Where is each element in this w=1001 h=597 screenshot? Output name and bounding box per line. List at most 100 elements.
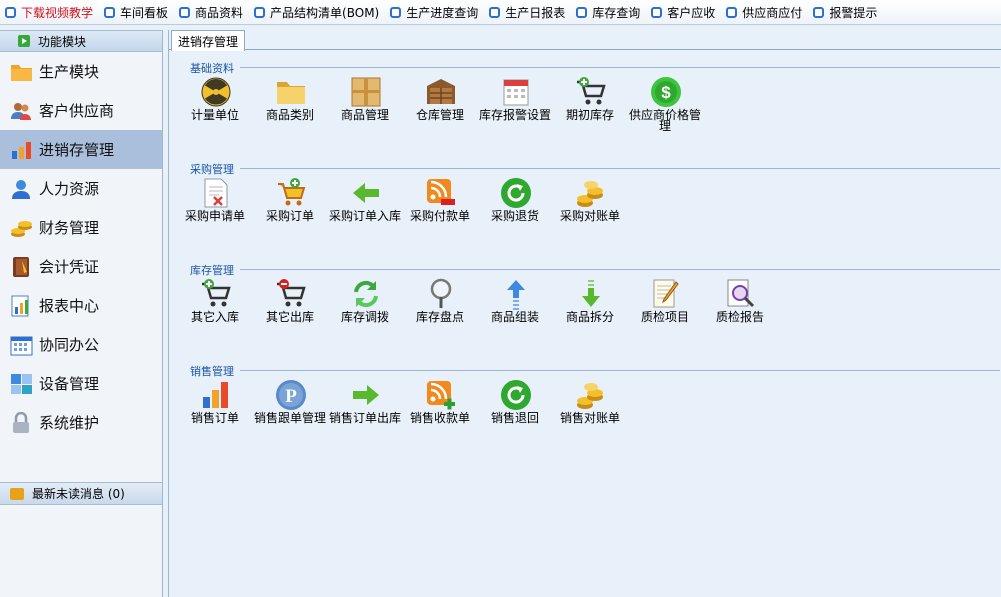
svg-text:P: P: [285, 386, 297, 407]
sidebar-header: 功能模块: [0, 30, 162, 52]
tab-inventory[interactable]: 进销存管理: [171, 30, 246, 51]
tile-purchase-payment[interactable]: 采购付款单: [404, 177, 476, 249]
svg-text:$: $: [661, 83, 671, 102]
calendar-alert-icon: [503, 79, 529, 106]
tile-warehouse-management[interactable]: 仓库管理: [404, 76, 476, 148]
refresh-circle-icon: [501, 380, 531, 410]
checkbox-icon: [489, 6, 501, 18]
tile-label: 期初库存: [565, 108, 614, 122]
sidebar-item-hr[interactable]: 人力资源: [0, 169, 162, 208]
rss-plus-icon: [427, 381, 455, 410]
tile-sales-reconciliation[interactable]: 销售对账单: [554, 379, 626, 451]
tile-purchase-order-receipt[interactable]: 采购订单入库: [329, 177, 401, 249]
tile-label: 库存报警设置: [479, 108, 552, 122]
tile-product-management[interactable]: 商品管理: [329, 76, 401, 148]
arrow-down-icon: [582, 280, 600, 307]
sidebar-item-label: 生产模块: [39, 63, 100, 81]
tile-label: 质检报告: [715, 310, 764, 324]
speaker-icon: [10, 487, 24, 500]
tile-label: 销售收款单: [409, 411, 470, 425]
topbar-item-progress-query[interactable]: 生产进度查询: [388, 1, 487, 23]
checkbox-icon: [390, 6, 402, 18]
sidebar-item-vouchers[interactable]: 会计凭证: [0, 247, 162, 286]
topbar-item-bom[interactable]: 产品结构清单(BOM): [252, 1, 388, 23]
arrow-up-icon: [507, 280, 525, 310]
tile-inventory-count[interactable]: 库存盘点: [404, 278, 476, 350]
device-icon: [11, 373, 32, 394]
topbar-item-receivables[interactable]: 客户应收: [649, 1, 724, 23]
tile-qc-report[interactable]: 质检报告: [704, 278, 776, 350]
section-divider: [240, 370, 1000, 371]
main-panel: 进销存管理 基础资料 计量单位 商品类别 商品管理 仓库管理 库存报警设置 期初…: [168, 30, 1001, 597]
sidebar-item-system[interactable]: 系统维护: [0, 403, 162, 442]
tile-supplier-price-management[interactable]: $ 供应商价格管理: [629, 76, 701, 148]
sidebar-item-inventory[interactable]: 进销存管理: [0, 130, 162, 169]
tile-label: 采购订单入库: [329, 209, 402, 223]
sidebar-item-equipment[interactable]: 设备管理: [0, 364, 162, 403]
quick-toolbar: 下载视频教学 车间看板 商品资料 产品结构清单(BOM) 生产进度查询 生产日报…: [0, 0, 1001, 25]
sidebar-item-label: 报表中心: [39, 297, 100, 315]
tile-other-outbound[interactable]: 其它出库: [254, 278, 326, 350]
tile-sales-follow-up[interactable]: P 销售跟单管理: [254, 379, 326, 451]
tile-sales-return[interactable]: 销售退回: [479, 379, 551, 451]
section-divider: [240, 269, 1000, 270]
arrow-right-icon: [353, 385, 379, 405]
sidebar-item-label: 财务管理: [39, 219, 100, 237]
tile-label: 销售订单出库: [329, 411, 402, 425]
tile-purchase-request[interactable]: 采购申请单: [179, 177, 251, 249]
checkbox-icon: [5, 6, 16, 18]
warehouse-icon: [427, 79, 455, 104]
tile-inventory-alert-settings[interactable]: 库存报警设置: [479, 76, 551, 148]
topbar-item-daily-report[interactable]: 生产日报表: [487, 1, 574, 23]
tile-unit-of-measure[interactable]: 计量单位: [179, 76, 251, 148]
tile-label: 商品组装: [490, 310, 539, 324]
sidebar-item-label: 协同办公: [39, 336, 100, 354]
tile-inventory-transfer[interactable]: 库存调拨: [329, 278, 401, 350]
topbar-item-video-tutorial[interactable]: 下载视频教学: [3, 1, 102, 23]
tile-opening-inventory[interactable]: 期初库存: [554, 76, 626, 148]
tile-sales-order-shipment[interactable]: 销售订单出库: [329, 379, 401, 451]
sidebar-item-reports[interactable]: 报表中心: [0, 286, 162, 325]
topbar-item-workshop-board[interactable]: 车间看板: [102, 1, 177, 23]
topbar-item-product-info[interactable]: 商品资料: [177, 1, 252, 23]
sidebar-item-collaboration[interactable]: 协同办公: [0, 325, 162, 364]
tile-other-inbound[interactable]: 其它入库: [179, 278, 251, 350]
tile-label: 商品拆分: [565, 310, 614, 324]
topbar-item-payables[interactable]: 供应商应付: [724, 1, 811, 23]
cart-remove-icon: [277, 279, 306, 307]
bar-chart-icon: [203, 382, 228, 408]
tile-product-category[interactable]: 商品类别: [254, 76, 326, 148]
tile-label: 销售对账单: [559, 411, 620, 425]
tile-sales-order[interactable]: 销售订单: [179, 379, 251, 451]
checkbox-icon: [576, 6, 588, 18]
tile-label: 商品类别: [265, 108, 314, 122]
tile-label: 销售跟单管理: [254, 411, 327, 425]
tile-label: 采购付款单: [409, 209, 470, 223]
user-icon: [12, 179, 30, 199]
topbar-item-alerts[interactable]: 报警提示: [811, 1, 886, 23]
coins-icon: [577, 383, 603, 409]
sidebar-item-production[interactable]: 生产模块: [0, 52, 162, 91]
note-pencil-icon: [653, 279, 679, 308]
report-icon: [11, 295, 29, 316]
tile-label: 采购对账单: [559, 209, 620, 223]
arrow-left-icon: [353, 183, 379, 203]
report-search-icon: [727, 279, 755, 308]
tile-qc-items[interactable]: 质检项目: [629, 278, 701, 350]
tile-purchase-reconciliation[interactable]: 采购对账单: [554, 177, 626, 249]
magnifier-icon: [430, 278, 452, 308]
tile-sales-receipt[interactable]: 销售收款单: [404, 379, 476, 451]
cart-icon: [278, 178, 306, 206]
tile-purchase-order[interactable]: 采购订单: [254, 177, 326, 249]
tile-product-assembly[interactable]: 商品组装: [479, 278, 551, 350]
sidebar-item-finance[interactable]: 财务管理: [0, 208, 162, 247]
section-title: 基础资料: [190, 60, 238, 76]
document-icon: [204, 178, 228, 208]
tile-purchase-return[interactable]: 采购退货: [479, 177, 551, 249]
sidebar-item-customers-suppliers[interactable]: 客户供应商: [0, 91, 162, 130]
sidebar-item-label: 设备管理: [39, 375, 100, 393]
topbar-item-inventory-query[interactable]: 库存查询: [574, 1, 649, 23]
unread-messages-bar[interactable]: 最新未读消息 (0): [0, 482, 162, 505]
section-title: 采购管理: [190, 161, 238, 177]
tile-product-split[interactable]: 商品拆分: [554, 278, 626, 350]
